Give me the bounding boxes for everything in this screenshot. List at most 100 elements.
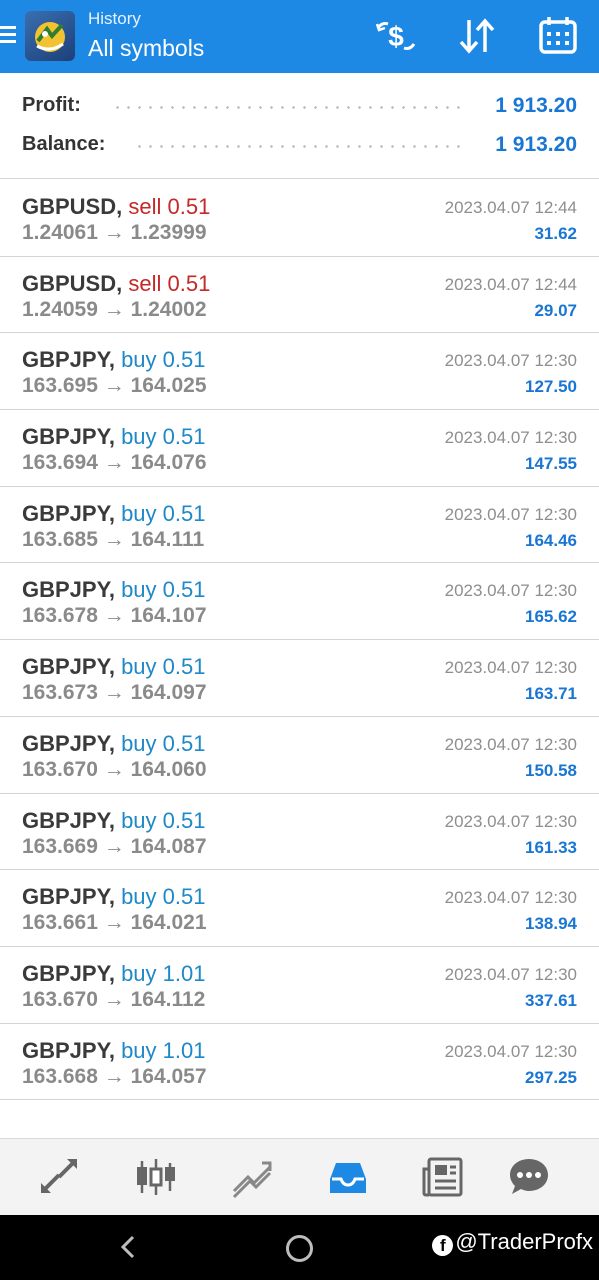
close-price: 164.111 xyxy=(130,527,205,551)
trade-symbol: GBPJPY, xyxy=(22,1037,115,1063)
trade-title: GBPJPY, buy 1.01 xyxy=(22,961,205,987)
deposit-withdraw-icon[interactable]: $ xyxy=(374,14,418,58)
sort-icon[interactable] xyxy=(455,14,499,58)
header-title[interactable]: All symbols xyxy=(88,35,204,62)
calendar-icon[interactable] xyxy=(536,14,580,58)
trade-volume: buy 0.51 xyxy=(121,807,206,833)
trade-time: 2023.04.07 12:30 xyxy=(444,964,577,984)
trade-row[interactable]: GBPJPY, buy 0.51 163.673 → 164.097 2023.04… xyxy=(0,640,599,717)
trade-title: GBPUSD, sell 0.51 xyxy=(22,194,210,220)
trade-profit: 163.71 xyxy=(525,684,577,704)
trade-title: GBPJPY, buy 0.51 xyxy=(22,808,205,834)
arrow-icon: → xyxy=(103,911,125,935)
trade-icon[interactable] xyxy=(230,1155,274,1199)
trade-symbol: GBPJPY, xyxy=(22,347,115,373)
news-icon[interactable] xyxy=(421,1155,465,1199)
trade-symbol: GBPJPY, xyxy=(22,424,115,450)
trade-row[interactable]: GBPJPY, buy 1.01 163.668 → 164.057 2023.04… xyxy=(0,1024,599,1101)
open-price: 163.694 xyxy=(22,451,98,475)
profit-row: Profit: 1 913.20 xyxy=(22,94,577,120)
trade-prices: 163.673 → 164.097 xyxy=(22,681,207,705)
trade-volume: buy 1.01 xyxy=(121,960,206,986)
trade-symbol: GBPJPY, xyxy=(22,500,115,526)
watermark-text: @TraderProfx xyxy=(455,1229,593,1254)
trade-symbol: GBPJPY, xyxy=(22,884,115,910)
trade-row[interactable]: GBPJPY, buy 1.01 163.670 → 164.112 2023.04… xyxy=(0,947,599,1024)
trade-row[interactable]: GBPJPY, buy 0.51 163.694 → 164.076 2023.04… xyxy=(0,410,599,487)
trade-symbol: GBPJPY, xyxy=(22,654,115,680)
arrow-icon: → xyxy=(103,374,125,398)
trade-profit: 31.62 xyxy=(534,224,577,243)
trade-volume: buy 0.51 xyxy=(121,884,206,910)
open-price: 1.24059 xyxy=(22,297,98,321)
arrow-icon: → xyxy=(103,681,125,705)
trade-prices: 163.668 → 164.057 xyxy=(22,1065,207,1089)
balance-row: Balance: 1 913.20 xyxy=(22,133,577,159)
trade-time: 2023.04.07 12:30 xyxy=(444,428,577,448)
trade-title: GBPJPY, buy 0.51 xyxy=(22,501,205,527)
trade-row[interactable]: GBPJPY, buy 0.51 163.685 → 164.111 2023.04… xyxy=(0,487,599,564)
close-price: 164.097 xyxy=(130,681,207,705)
bottom-navigation xyxy=(0,1138,599,1215)
dotted-leader xyxy=(134,145,467,148)
open-price: 1.24061 xyxy=(22,221,98,244)
trade-prices: 1.24061 → 1.23999 xyxy=(22,221,207,245)
trade-row[interactable]: GBPUSD, sell 0.51 1.24061 → 1.23999 2023.0… xyxy=(0,180,599,257)
facebook-icon: f xyxy=(432,1235,454,1256)
close-price: 164.025 xyxy=(130,374,207,398)
trade-prices: 1.24059 → 1.24002 xyxy=(22,298,207,322)
trade-time: 2023.04.07 12:30 xyxy=(444,504,577,524)
trade-prices: 163.695 → 164.025 xyxy=(22,374,207,398)
close-price: 164.057 xyxy=(130,1064,207,1088)
trade-title: GBPJPY, buy 0.51 xyxy=(22,731,205,757)
open-price: 163.673 xyxy=(22,681,98,705)
trade-time: 2023.04.07 12:30 xyxy=(444,734,577,754)
svg-text:$: $ xyxy=(388,21,404,52)
arrow-icon: → xyxy=(103,527,125,551)
chart-icon[interactable] xyxy=(134,1155,178,1199)
trade-volume: buy 0.51 xyxy=(121,730,206,756)
balance-value: 1 913.20 xyxy=(495,133,577,156)
trade-volume: buy 0.51 xyxy=(121,577,206,603)
trade-volume: buy 0.51 xyxy=(121,424,206,450)
back-icon[interactable] xyxy=(116,1233,140,1261)
open-price: 163.670 xyxy=(22,757,98,781)
history-icon[interactable] xyxy=(326,1155,370,1199)
trade-row[interactable]: GBPJPY, buy 0.51 163.661 → 164.021 2023.04… xyxy=(0,870,599,947)
open-price: 163.695 xyxy=(22,374,98,398)
arrow-icon: → xyxy=(103,604,125,628)
trade-row[interactable]: GBPJPY, buy 0.51 163.670 → 164.060 2023.04… xyxy=(0,717,599,794)
hamburger-menu-icon[interactable] xyxy=(0,26,16,46)
trade-symbol: GBPJPY, xyxy=(22,807,115,833)
trade-prices: 163.670 → 164.112 xyxy=(22,988,205,1012)
trade-time: 2023.04.07 12:44 xyxy=(444,198,577,217)
close-price: 1.24002 xyxy=(130,297,207,321)
trade-profit: 161.33 xyxy=(525,837,577,857)
trade-profit: 150.58 xyxy=(525,760,577,780)
arrow-icon: → xyxy=(103,221,125,244)
trade-row[interactable]: GBPJPY, buy 0.51 163.678 → 164.107 2023.04… xyxy=(0,563,599,641)
home-icon[interactable] xyxy=(286,1235,313,1262)
trade-title: GBPJPY, buy 1.01 xyxy=(22,1038,205,1064)
open-price: 163.670 xyxy=(22,987,98,1011)
trade-profit: 147.55 xyxy=(525,454,577,474)
close-price: 164.087 xyxy=(130,834,207,858)
trade-row[interactable]: GBPJPY, buy 0.51 163.669 → 164.087 2023.04… xyxy=(0,794,599,871)
trade-time: 2023.04.07 12:30 xyxy=(444,351,577,371)
trade-symbol: GBPJPY, xyxy=(22,730,115,756)
trade-row[interactable]: GBPJPY, buy 0.51 163.695 → 164.025 2023.04… xyxy=(0,333,599,411)
quotes-icon[interactable] xyxy=(37,1155,81,1199)
trade-prices: 163.685 → 164.111 xyxy=(22,528,204,552)
arrow-icon: → xyxy=(103,451,125,475)
arrow-icon: → xyxy=(103,987,125,1011)
chat-icon[interactable] xyxy=(507,1155,551,1199)
trade-symbol: GBPUSD, xyxy=(22,194,123,219)
open-price: 163.669 xyxy=(22,834,98,858)
trade-prices: 163.670 → 164.060 xyxy=(22,758,207,782)
trade-row[interactable]: GBPUSD, sell 0.51 1.24059 → 1.24002 2023.0… xyxy=(0,257,599,334)
trade-title: GBPUSD, sell 0.51 xyxy=(22,271,210,297)
trade-volume: buy 0.51 xyxy=(121,654,206,680)
trade-time: 2023.04.07 12:30 xyxy=(444,658,577,678)
trade-title: GBPJPY, buy 0.51 xyxy=(22,347,205,373)
arrow-icon: → xyxy=(103,834,125,858)
